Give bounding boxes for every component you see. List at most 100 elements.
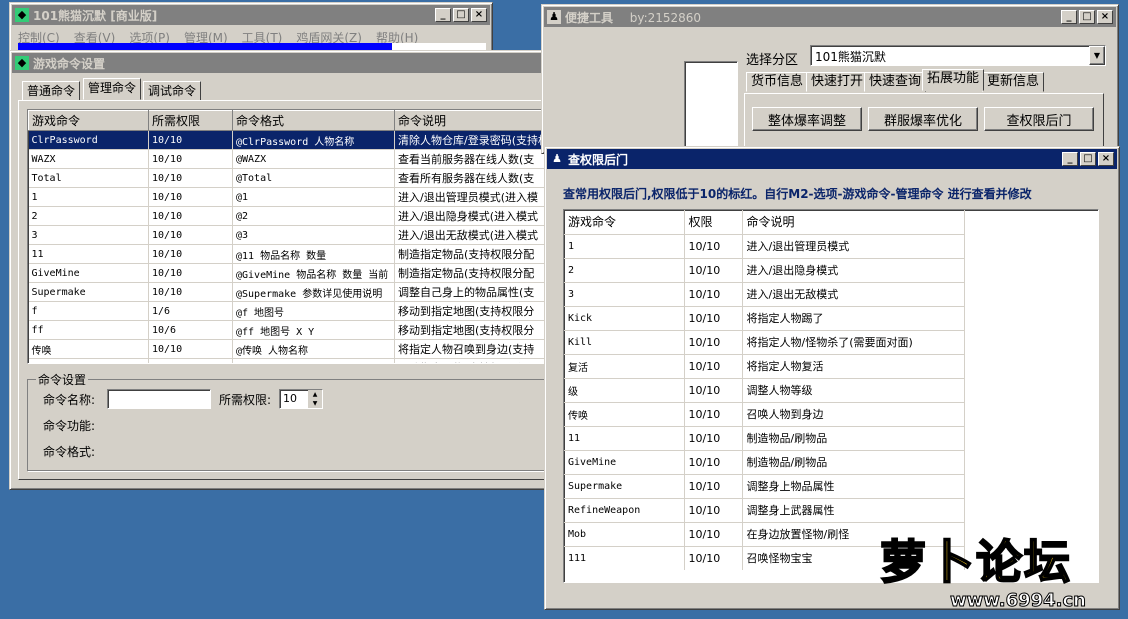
table-row[interactable]: 11 10/10 制造物品/刷物品: [564, 425, 965, 450]
table-cell: 10/10: [684, 353, 743, 378]
tab-debug[interactable]: 调试命令: [143, 81, 202, 101]
table-row[interactable]: 复活 10/10 将指定人物复活: [564, 353, 965, 378]
overall-droprate-button[interactable]: 整体爆率调整: [752, 107, 862, 131]
table-cell: 传唤: [564, 401, 685, 426]
table-cell: 10/6: [148, 320, 233, 340]
zone-label: 选择分区: [746, 53, 799, 68]
table-cell: 2: [564, 257, 685, 282]
table-cell: 10/10: [148, 206, 233, 226]
table-cell: @GiveMine 物品名称 数量 当前: [232, 263, 395, 283]
tool-titlebar[interactable]: ♟ 便捷工具 by:2152860 _ □ ×: [544, 7, 1116, 27]
tool-tab[interactable]: 快速查询: [864, 72, 927, 92]
name-label: 命令名称:: [43, 393, 96, 407]
table-cell: Supermake: [28, 282, 149, 302]
minimize-button[interactable]: _: [435, 8, 451, 22]
table-cell: 10/10: [684, 257, 743, 282]
group-droprate-button[interactable]: 群服爆率优化: [868, 107, 978, 131]
table-cell: 调整身上武器属性: [742, 497, 965, 522]
spinner-arrows-icon[interactable]: ▲ ▼: [308, 390, 322, 408]
tab-normal[interactable]: 普通命令: [22, 81, 81, 101]
cmd-title: 游戏命令设置: [33, 56, 106, 71]
table-row[interactable]: 1 10/10 进入/退出管理员模式: [564, 233, 965, 258]
column-header[interactable]: 命令格式: [232, 110, 395, 131]
tool-tab[interactable]: 更新信息: [982, 72, 1045, 92]
close-button[interactable]: ×: [1098, 152, 1114, 166]
perm-label: 所需权限:: [219, 393, 272, 407]
table-cell: 传唤: [28, 339, 149, 359]
table-cell: f: [28, 301, 149, 321]
table-cell: 10/10: [684, 449, 743, 474]
perm-hint: 查常用权限后门,权限低于10的标红。自行M2-选项-游戏命令-管理命令 进行查看…: [563, 187, 1032, 201]
table-cell: 1/6: [148, 301, 233, 321]
table-row[interactable]: Kill 10/10 将指定人物/怪物杀了(需要面对面): [564, 329, 965, 354]
column-header[interactable]: 命令说明: [742, 210, 965, 235]
table-cell: 10/10: [684, 497, 743, 522]
table-cell: 1: [28, 187, 149, 207]
table-cell: Supermake: [564, 473, 685, 498]
table-row[interactable]: Supermake 10/10 调整身上物品属性: [564, 473, 965, 498]
maximize-button[interactable]: □: [1079, 10, 1095, 24]
permission-window: ♟ 查权限后门 _ □ × 查常用权限后门,权限低于10的标红。自行M2-选项-游戏…: [544, 146, 1120, 610]
tool-tab[interactable]: 拓展功能: [922, 69, 985, 91]
minimize-button[interactable]: _: [1062, 152, 1078, 166]
zone-select[interactable]: 101熊猫沉默 ▼: [810, 45, 1106, 66]
table-cell: 10/10: [148, 130, 233, 150]
table-cell: 3: [28, 225, 149, 245]
table-cell: 复活: [564, 353, 685, 378]
table-cell: @11 物品名称 数量: [232, 244, 395, 264]
table-cell: @2: [232, 206, 395, 226]
table-cell: 召唤怪物宝宝: [742, 545, 965, 570]
maximize-button[interactable]: □: [1080, 152, 1096, 166]
table-cell: 11: [564, 425, 685, 450]
table-cell: @WAZX: [232, 149, 395, 169]
chevron-down-icon[interactable]: ▼: [1089, 46, 1105, 65]
tool-tab[interactable]: 快速打开: [806, 72, 869, 92]
table-row[interactable]: 传唤 10/10 召唤人物到身边: [564, 401, 965, 426]
permission-spinner[interactable]: 10 ▲ ▼: [279, 389, 323, 409]
table-row[interactable]: Mob 10/10 在身边放置怪物/刷怪: [564, 521, 965, 546]
table-cell: 10/10: [148, 225, 233, 245]
table-row[interactable]: 2 10/10 进入/退出隐身模式: [564, 257, 965, 282]
column-header[interactable]: 所需权限: [148, 110, 233, 131]
column-header[interactable]: 权限: [684, 210, 743, 235]
table-cell: 追斗: [28, 358, 149, 363]
table-row[interactable]: 级 10/10 调整人物等级: [564, 377, 965, 402]
table-cell: 10/10: [148, 339, 233, 359]
table-row[interactable]: 3 10/10 进入/退出无敌模式: [564, 281, 965, 306]
main-title: 101熊猫沉默 [商业版]: [33, 8, 158, 23]
table-cell: 10/10: [684, 545, 743, 570]
maximize-button[interactable]: □: [453, 8, 469, 22]
command-name-input[interactable]: [107, 389, 211, 409]
table-cell: 10/10: [684, 521, 743, 546]
table-cell: 111: [564, 545, 685, 570]
perm-titlebar[interactable]: ♟ 查权限后门 _ □ ×: [547, 149, 1117, 169]
permission-table: 游戏命令 权限 命令说明 1 10/10 进入/退出管理员模式 2 10/10 进入/退出隐身…: [563, 209, 1099, 583]
table-row[interactable]: 111 10/10 召唤怪物宝宝: [564, 545, 965, 570]
minimize-button[interactable]: _: [1061, 10, 1077, 24]
table-cell: @ff 地图号 X Y: [232, 320, 395, 340]
table-row[interactable]: Kick 10/10 将指定人物踢了: [564, 305, 965, 330]
table-cell: 调整身上物品属性: [742, 473, 965, 498]
table-cell: 10/10: [684, 401, 743, 426]
permission-value: 10: [283, 392, 297, 405]
close-button[interactable]: ×: [471, 8, 487, 22]
check-permission-button[interactable]: 查权限后门: [984, 107, 1094, 131]
column-header[interactable]: 游戏命令: [564, 210, 685, 235]
close-button[interactable]: ×: [1097, 10, 1113, 24]
table-cell: 进入/退出管理员模式: [742, 233, 965, 258]
tool-tab[interactable]: 货币信息: [746, 72, 809, 92]
table-cell: 10/10: [148, 168, 233, 188]
table-cell: 级: [564, 377, 685, 402]
table-cell: 10/10: [148, 282, 233, 302]
table-cell: @1: [232, 187, 395, 207]
table-cell: 3: [564, 281, 685, 306]
table-cell: 将指定人物/怪物杀了(需要面对面): [742, 329, 965, 354]
column-header[interactable]: 游戏命令: [28, 110, 149, 131]
main-titlebar[interactable]: ◆ 101熊猫沉默 [商业版] _ □ ×: [12, 5, 490, 25]
table-cell: @Supermake 参数详见使用说明: [232, 282, 395, 302]
table-row[interactable]: GiveMine 10/10 制造物品/刷物品: [564, 449, 965, 474]
table-row[interactable]: RefineWeapon 10/10 调整身上武器属性: [564, 497, 965, 522]
table-cell: 10/10: [684, 233, 743, 258]
tool-window: ♟ 便捷工具 by:2152860 _ □ × 选择分区 101熊猫沉默 ▼ 货币信…: [541, 4, 1119, 161]
tab-admin[interactable]: 管理命令: [83, 78, 142, 100]
